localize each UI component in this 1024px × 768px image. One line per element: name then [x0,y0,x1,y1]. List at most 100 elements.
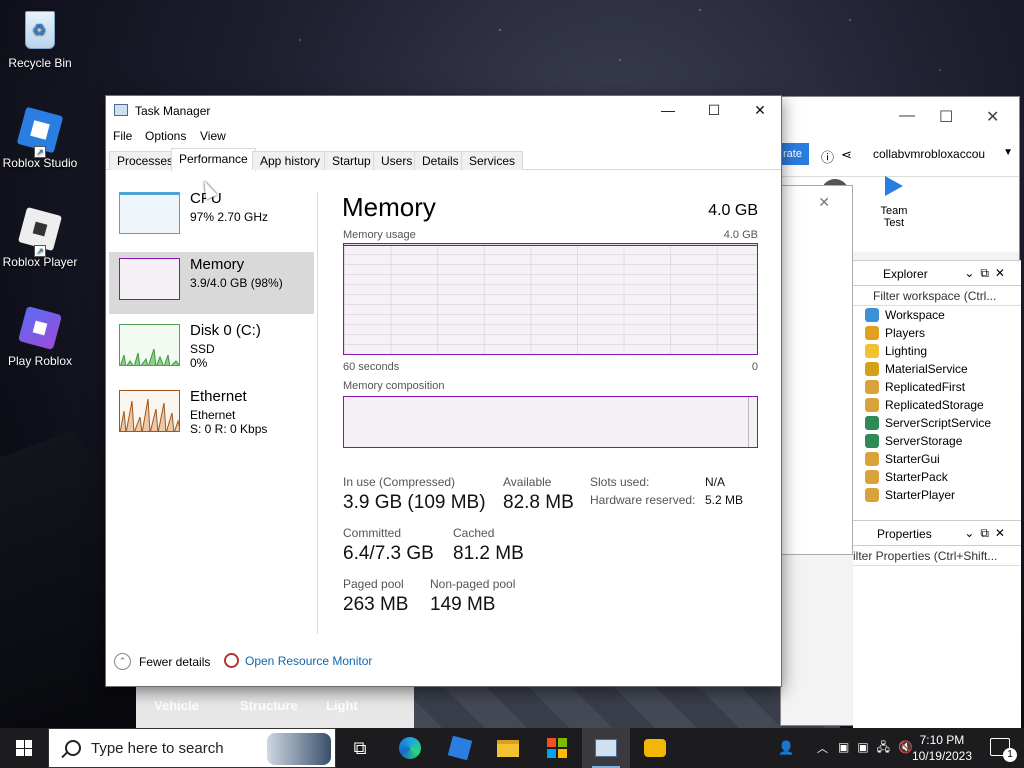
chevron-up-icon[interactable]: ︿ [817,728,828,768]
window-title: Task Manager [135,104,211,118]
help-icon[interactable]: ⓘ [821,147,834,166]
account-name[interactable]: collabvmrobloxaccou [873,147,985,161]
stat-label: Cached [453,526,495,540]
share-icon[interactable]: ⋖ [841,147,852,163]
notification-center-icon[interactable]: 1 [990,738,1017,762]
explorer-item-icon [865,470,879,484]
system-tray-icons[interactable]: ▣▣🖧🔇 [838,728,921,768]
open-resource-monitor-link[interactable]: Open Resource Monitor [224,653,372,668]
menu-view[interactable]: View [200,129,226,143]
task-view-button[interactable]: ⧉ [336,728,384,768]
explorer-item[interactable]: Lighting [853,342,1021,360]
maximize-button[interactable]: ☐ [691,96,737,124]
explorer-item[interactable]: StarterPack [853,468,1021,486]
taskbar-search-box[interactable]: Type here to search [48,728,336,768]
stat-label: Paged pool [343,577,404,591]
tab-startup[interactable]: Startup [324,151,379,170]
stat-available: 82.8 MB [503,492,574,513]
file-explorer-button[interactable] [484,728,532,768]
explorer-filter-input[interactable]: Filter workspace (Ctrl... [853,286,1021,306]
recycle-bin-icon [18,8,62,52]
stat-in-use: 3.9 GB (109 MB) [343,492,486,513]
tab-app-history[interactable]: App history [252,151,329,170]
toolbox-tile-structure[interactable]: Structure [232,688,310,728]
explorer-item[interactable]: ServerStorage [853,432,1021,450]
desktop-icon-recycle-bin[interactable]: Recycle Bin [0,8,80,70]
explorer-item-icon [865,380,879,394]
taskbar-clock[interactable]: 7:10 PM 10/19/2023 [912,732,972,764]
tab-services[interactable]: Services [461,151,524,170]
stat-slots-used: N/A [705,475,726,489]
explorer-item-label: StarterPlayer [885,488,956,502]
graph-grid [344,244,757,354]
chevron-down-icon[interactable]: ▼ [1003,147,1013,158]
toolbox-categories: Vehicle Structure Light [136,686,414,728]
tab-details[interactable]: Details [414,151,467,170]
task-manager-taskbar-button[interactable] [582,728,630,768]
resource-disk[interactable]: Disk 0 (C:) SSD 0% [109,318,314,380]
task-manager-titlebar[interactable]: Task Manager — ☐ ✕ [106,96,781,124]
fewer-details-label: Fewer details [139,654,211,669]
tab-performance[interactable]: Performance [171,148,256,171]
close-button[interactable]: ✕ [737,96,783,124]
resource-name: Disk 0 (C:) [190,322,261,339]
edge-button[interactable] [386,728,434,768]
resource-detail: Ethernet [190,408,236,422]
desktop-icon-play-roblox[interactable]: Play Roblox [0,305,80,368]
menu-options[interactable]: Options [145,129,186,143]
explorer-item[interactable]: StarterGui [853,450,1021,468]
properties-title: Properties [877,527,932,541]
desktop-icon-label: Recycle Bin [8,56,72,70]
share-button[interactable]: rate [781,143,809,165]
clock-time: 7:10 PM [919,733,965,747]
toolbox-tile-vehicle[interactable]: Vehicle [146,688,224,728]
explorer-item-icon [865,362,879,376]
memory-mini-graph [119,258,180,300]
explorer-item[interactable]: MaterialService [853,360,1021,378]
dialog-close-icon[interactable]: ✕ [818,194,830,211]
minimize-icon[interactable]: — [899,107,915,125]
explorer-item[interactable]: ReplicatedFirst [853,378,1021,396]
explorer-item-label: StarterGui [885,452,940,466]
roblox-studio-window[interactable]: — ☐ ✕ rate ⓘ ⋖ collabvmrobloxaccou ▼ Tea… [780,96,1021,730]
desktop-icon-label: Play Roblox [7,354,73,368]
panel-controls-icon[interactable]: ⌄⧉✕ [964,266,1011,281]
game-taskbar-button[interactable] [631,728,679,768]
start-button[interactable] [0,728,48,768]
properties-filter-input[interactable]: ilter Properties (Ctrl+Shift... [853,546,1021,566]
ethernet-activity-spikes [120,398,179,431]
search-highlight-image [267,733,331,765]
roblox-player-icon: ↗ [17,206,63,257]
explorer-item[interactable]: Players [853,324,1021,342]
explorer-item-label: ReplicatedStorage [885,398,984,412]
toolbox-tile-light[interactable]: Light [318,688,396,728]
fewer-details-button[interactable]: ⌃ Fewer details [114,653,210,670]
usage-line [344,245,757,246]
disk-mini-graph [119,324,180,366]
microsoft-store-button[interactable] [533,728,581,768]
minimize-icon: — [661,102,675,118]
explorer-item[interactable]: Workspace [853,306,1021,324]
menu-file[interactable]: File [113,129,132,143]
usage-graph-label: Memory usage [343,229,416,241]
desktop-icon-roblox-player[interactable]: ↗ Roblox Player [0,206,80,269]
minimize-button[interactable]: — [645,96,691,124]
explorer-item[interactable]: StarterPlayer [853,486,1021,504]
close-icon[interactable]: ✕ [986,107,999,127]
resource-memory[interactable]: Memory 3.9/4.0 GB (98%) [109,252,314,314]
maximize-icon[interactable]: ☐ [939,107,953,127]
explorer-item[interactable]: ReplicatedStorage [853,396,1021,414]
explorer-item[interactable]: ServerScriptService [853,414,1021,432]
people-icon[interactable]: 👤 [778,728,794,768]
panel-controls-icon[interactable]: ⌄⧉✕ [964,526,1011,541]
search-icon [65,740,81,756]
team-test-button[interactable]: Team Test [876,177,912,229]
properties-panel: Properties ⌄⧉✕ ilter Properties (Ctrl+Sh… [853,520,1021,730]
maximize-icon: ☐ [707,101,721,118]
desktop-icon-label: Roblox Studio [2,156,78,170]
disk-activity-spikes [120,348,179,365]
desktop-icon-roblox-studio[interactable]: ↗ Roblox Studio [0,106,80,170]
resource-ethernet[interactable]: Ethernet Ethernet S: 0 R: 0 Kbps [109,384,314,446]
roblox-studio-taskbar-button[interactable] [436,728,484,768]
explorer-item-icon [865,398,879,412]
